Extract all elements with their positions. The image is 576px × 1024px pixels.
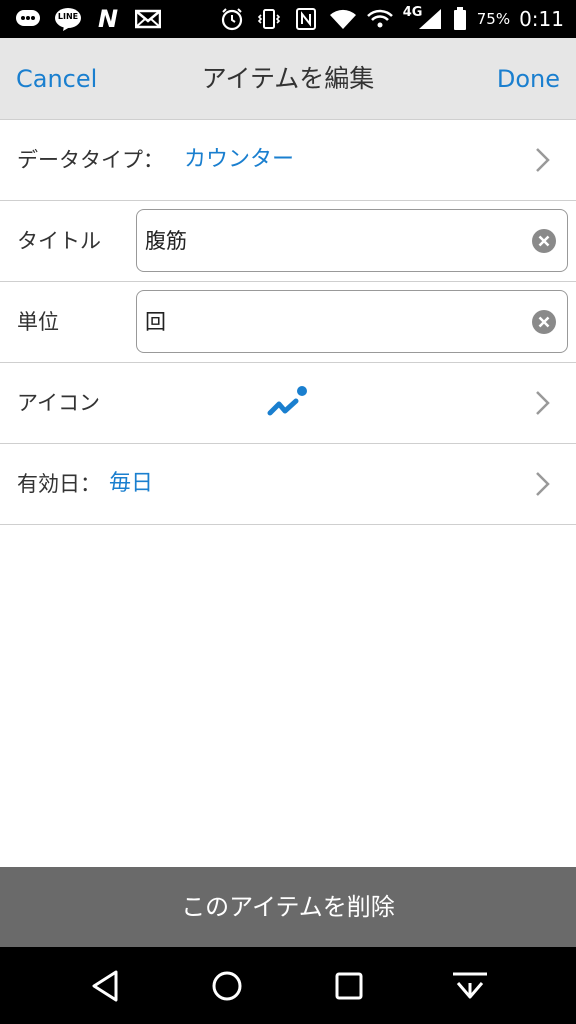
icon-row[interactable]: アイコン (0, 363, 576, 444)
title-row: タイトル (0, 201, 576, 282)
alarm-icon (218, 7, 246, 31)
data-type-label: データタイプ： (17, 148, 164, 172)
unit-row: 単位 (0, 282, 576, 363)
delete-item-button[interactable]: このアイテムを削除 (0, 867, 576, 947)
battery-percent: 75% (476, 10, 511, 28)
clear-unit-icon[interactable] (531, 309, 557, 335)
n-app-icon: N (94, 5, 122, 33)
status-left-icons: LINE N (0, 5, 162, 33)
line-app-label: LINE (57, 12, 79, 21)
nav-header: アイテムを編集 Cancel Done (0, 38, 576, 120)
unit-input[interactable] (145, 291, 515, 351)
data-type-value: カウンター (184, 147, 295, 172)
done-button[interactable]: Done (497, 38, 560, 120)
signal-icon: 4G (402, 5, 443, 31)
wifi-icon (329, 7, 357, 31)
clear-title-icon[interactable] (531, 228, 557, 254)
title-field[interactable] (136, 209, 568, 272)
mail-icon (134, 7, 162, 31)
line-app-icon: LINE (54, 7, 82, 31)
network-type: 4G (402, 5, 423, 20)
icon-label: アイコン (17, 391, 100, 415)
hide-nav-icon[interactable] (450, 967, 490, 1005)
cancel-button[interactable]: Cancel (16, 38, 97, 120)
valid-days-label: 有効日： (17, 472, 101, 496)
vibrate-icon (255, 7, 283, 31)
title-label: タイトル (17, 229, 101, 253)
data-type-row[interactable]: データタイプ： カウンター (0, 120, 576, 201)
valid-days-row[interactable]: 有効日： 毎日 (0, 444, 576, 525)
chevron-right-icon (536, 472, 550, 496)
wifi-calling-icon (366, 7, 394, 31)
chevron-right-icon (536, 391, 550, 415)
battery-icon (452, 7, 468, 31)
chevron-right-icon (536, 148, 550, 172)
status-bar: LINE N 4G 75% 0:11 (0, 0, 576, 38)
clock: 0:11 (519, 7, 564, 31)
nfc-icon (292, 7, 320, 31)
n-app-label: N (97, 5, 119, 33)
home-icon[interactable] (207, 967, 247, 1005)
fitness-squiggle-icon (267, 386, 307, 416)
back-icon[interactable] (86, 967, 126, 1005)
recents-icon[interactable] (329, 967, 369, 1005)
status-right-icons: 4G 75% 0:11 (218, 5, 576, 31)
chat-bubble-icon (14, 7, 42, 31)
valid-days-value: 毎日 (109, 471, 154, 496)
android-nav-bar (0, 947, 576, 1024)
title-input[interactable] (145, 210, 515, 270)
unit-label: 単位 (17, 310, 59, 334)
unit-field[interactable] (136, 290, 568, 353)
